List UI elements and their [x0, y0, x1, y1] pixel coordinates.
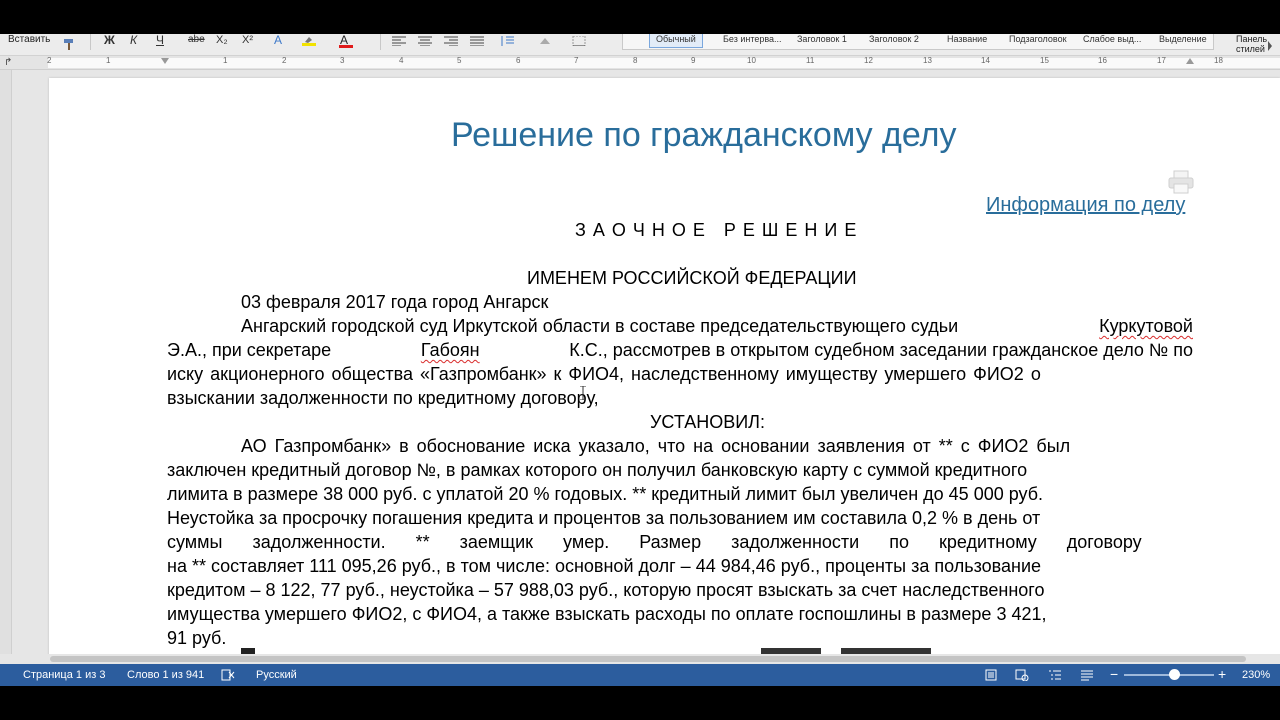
ruler-tick: 1 [106, 56, 111, 65]
ruler-tick: 13 [923, 56, 932, 65]
page-title: Решение по гражданскому делу [451, 116, 957, 154]
strikethrough-button[interactable]: abe [188, 34, 205, 48]
page-count[interactable]: Страница 1 из 3 [23, 669, 105, 681]
web-layout-icon[interactable] [1015, 669, 1029, 681]
text-run: Э.А., при секретаре [167, 340, 332, 360]
paragraph-line: Э.А., при секретаре Габоян К.С., рассмот… [167, 340, 1193, 361]
scrollbar-thumb[interactable] [50, 656, 1246, 662]
style-heading-1[interactable]: Заголовок 1 [791, 34, 853, 48]
ruler-tick: 14 [981, 56, 990, 65]
italic-button[interactable]: К [130, 34, 137, 48]
bold-button[interactable]: Ж [104, 34, 115, 48]
document-page[interactable]: Решение по гражданскому делу Информация … [49, 78, 1280, 664]
misspelled-word[interactable]: Габоян [421, 340, 480, 361]
misspelled-word[interactable]: Куркутовой [1099, 316, 1193, 337]
ribbon-divider [380, 34, 381, 50]
horizontal-scrollbar[interactable] [0, 654, 1280, 664]
zoom-level[interactable]: 230% [1242, 669, 1270, 681]
status-bar: Страница 1 из 3 Слово 1 из 941 Русский −… [0, 664, 1280, 686]
heading-zaochnoe-reshenie: З А О Ч Н О Е Р Е Ш Е Н И Е [575, 220, 858, 240]
tab-stop-icon[interactable]: ↱ [4, 57, 12, 68]
paragraph-line: заключен кредитный договор №, в рамках к… [167, 460, 1028, 480]
style-no-spacing[interactable]: Без интерва... [717, 34, 788, 48]
case-info-link[interactable]: Информация по делу [986, 194, 1185, 217]
style-emphasis[interactable]: Выделение [1153, 34, 1213, 48]
print-layout-icon[interactable] [984, 669, 998, 681]
ruler-tick: 10 [747, 56, 756, 65]
zoom-slider-thumb[interactable] [1168, 669, 1180, 680]
word-count[interactable]: Слово 1 из 941 [127, 669, 204, 681]
shading-icon[interactable] [538, 36, 552, 46]
draft-view-icon[interactable] [1080, 669, 1094, 681]
subscript-button[interactable]: X₂ [216, 34, 228, 48]
ruler-tick: 15 [1040, 56, 1049, 65]
heading-ustanovil: УСТАНОВИЛ: [650, 412, 765, 432]
ruler-tick: 5 [457, 56, 462, 65]
styles-pane-icon [1268, 41, 1272, 51]
paragraph-line: суммы задолженности. ** заемщик умер. Ра… [167, 532, 1142, 552]
date-line: 03 февраля 2017 года город Ангарск [241, 292, 549, 312]
ruler-area [48, 58, 1280, 68]
paragraph-line: имущества умершего ФИО2, с ФИО4, а также… [167, 604, 1047, 624]
borders-icon[interactable] [572, 36, 586, 46]
ruler-tick: 9 [691, 56, 696, 65]
paragraph-line: Ангарский городской суд Иркутской област… [241, 316, 1193, 337]
text-run: К.С., рассмотрев в открытом судебном зас… [569, 340, 1193, 360]
highlight-color-icon[interactable] [302, 36, 316, 46]
ribbon-divider [90, 34, 91, 50]
ruler-tick: 17 [1157, 56, 1166, 65]
language-indicator[interactable]: Русский [256, 669, 297, 681]
text-cursor-icon [580, 386, 586, 400]
paragraph-line: иску акционерного общества «Газпромбанк»… [167, 364, 1041, 384]
outline-view-icon[interactable] [1048, 669, 1062, 681]
underline-button[interactable]: Ч [156, 34, 164, 48]
style-subtitle[interactable]: Подзаголовок [1003, 34, 1073, 48]
style-title[interactable]: Название [941, 34, 993, 48]
ruler-tick: 2 [282, 56, 287, 65]
vertical-ruler [0, 70, 12, 664]
paragraph-line: лимита в размере 38 000 руб. с уплатой 2… [167, 484, 1044, 504]
ribbon: Вставить Ж К Ч abe X₂ X² A A Обычный Без… [0, 34, 1280, 56]
format-painter-icon[interactable] [62, 38, 76, 52]
paragraph-line: Неустойка за просрочку погашения кредита… [167, 508, 1041, 528]
ruler-tick: 8 [633, 56, 638, 65]
style-heading-2[interactable]: Заголовок 2 [863, 34, 925, 48]
align-center-icon[interactable] [418, 36, 432, 46]
ruler-tick: 4 [399, 56, 404, 65]
text-run: Ангарский городской суд Иркутской област… [241, 316, 959, 336]
ruler-tick: 2 [47, 56, 52, 65]
align-left-icon[interactable] [392, 36, 406, 46]
left-indent-marker[interactable] [161, 58, 169, 64]
paragraph-line: на ** составляет 111 095,26 руб., в том … [167, 556, 1042, 576]
paragraph-line: кредитом – 8 122, 77 руб., неустойка – 5… [167, 580, 1045, 600]
styles-gallery: Обычный Без интерва... Заголовок 1 Загол… [622, 34, 1214, 50]
ruler-tick: 18 [1214, 56, 1223, 65]
ruler-tick: 16 [1098, 56, 1107, 65]
style-normal[interactable]: Обычный [649, 34, 703, 48]
ruler-tick: 3 [340, 56, 345, 65]
text-effects-button[interactable]: A [274, 34, 282, 48]
horizontal-ruler[interactable]: ↱ 2 1 1 2 3 4 5 6 7 8 9 10 11 12 13 14 1… [0, 56, 1280, 70]
ruler-tick: 12 [864, 56, 873, 65]
ruler-tick: 6 [516, 56, 521, 65]
style-subtle-emphasis[interactable]: Слабое выд... [1077, 34, 1147, 48]
ruler-tick: 11 [806, 56, 815, 65]
paragraph-line: АО Газпромбанк» в обоснование иска указа… [241, 436, 1071, 456]
paragraph-line: взыскании задолженности по кредитному до… [167, 388, 599, 408]
line-spacing-icon[interactable] [500, 36, 514, 46]
document-canvas: Решение по гражданскому делу Информация … [0, 70, 1280, 664]
heading-imenem: ИМЕНЕМ РОССИЙСКОЙ ФЕДЕРАЦИИ [527, 268, 857, 288]
zoom-out-button[interactable]: − [1110, 666, 1118, 682]
paste-button[interactable]: Вставить [8, 34, 50, 45]
superscript-button[interactable]: X² [242, 34, 253, 48]
align-justify-icon[interactable] [470, 36, 484, 46]
align-right-icon[interactable] [444, 36, 458, 46]
ruler-tick: 1 [223, 56, 228, 65]
proofing-icon[interactable] [221, 669, 235, 681]
printer-icon[interactable] [1167, 170, 1195, 194]
ruler-tick: 7 [574, 56, 579, 65]
zoom-in-button[interactable]: + [1218, 666, 1226, 682]
font-color-swatch [339, 45, 353, 48]
right-indent-marker[interactable] [1186, 58, 1194, 64]
